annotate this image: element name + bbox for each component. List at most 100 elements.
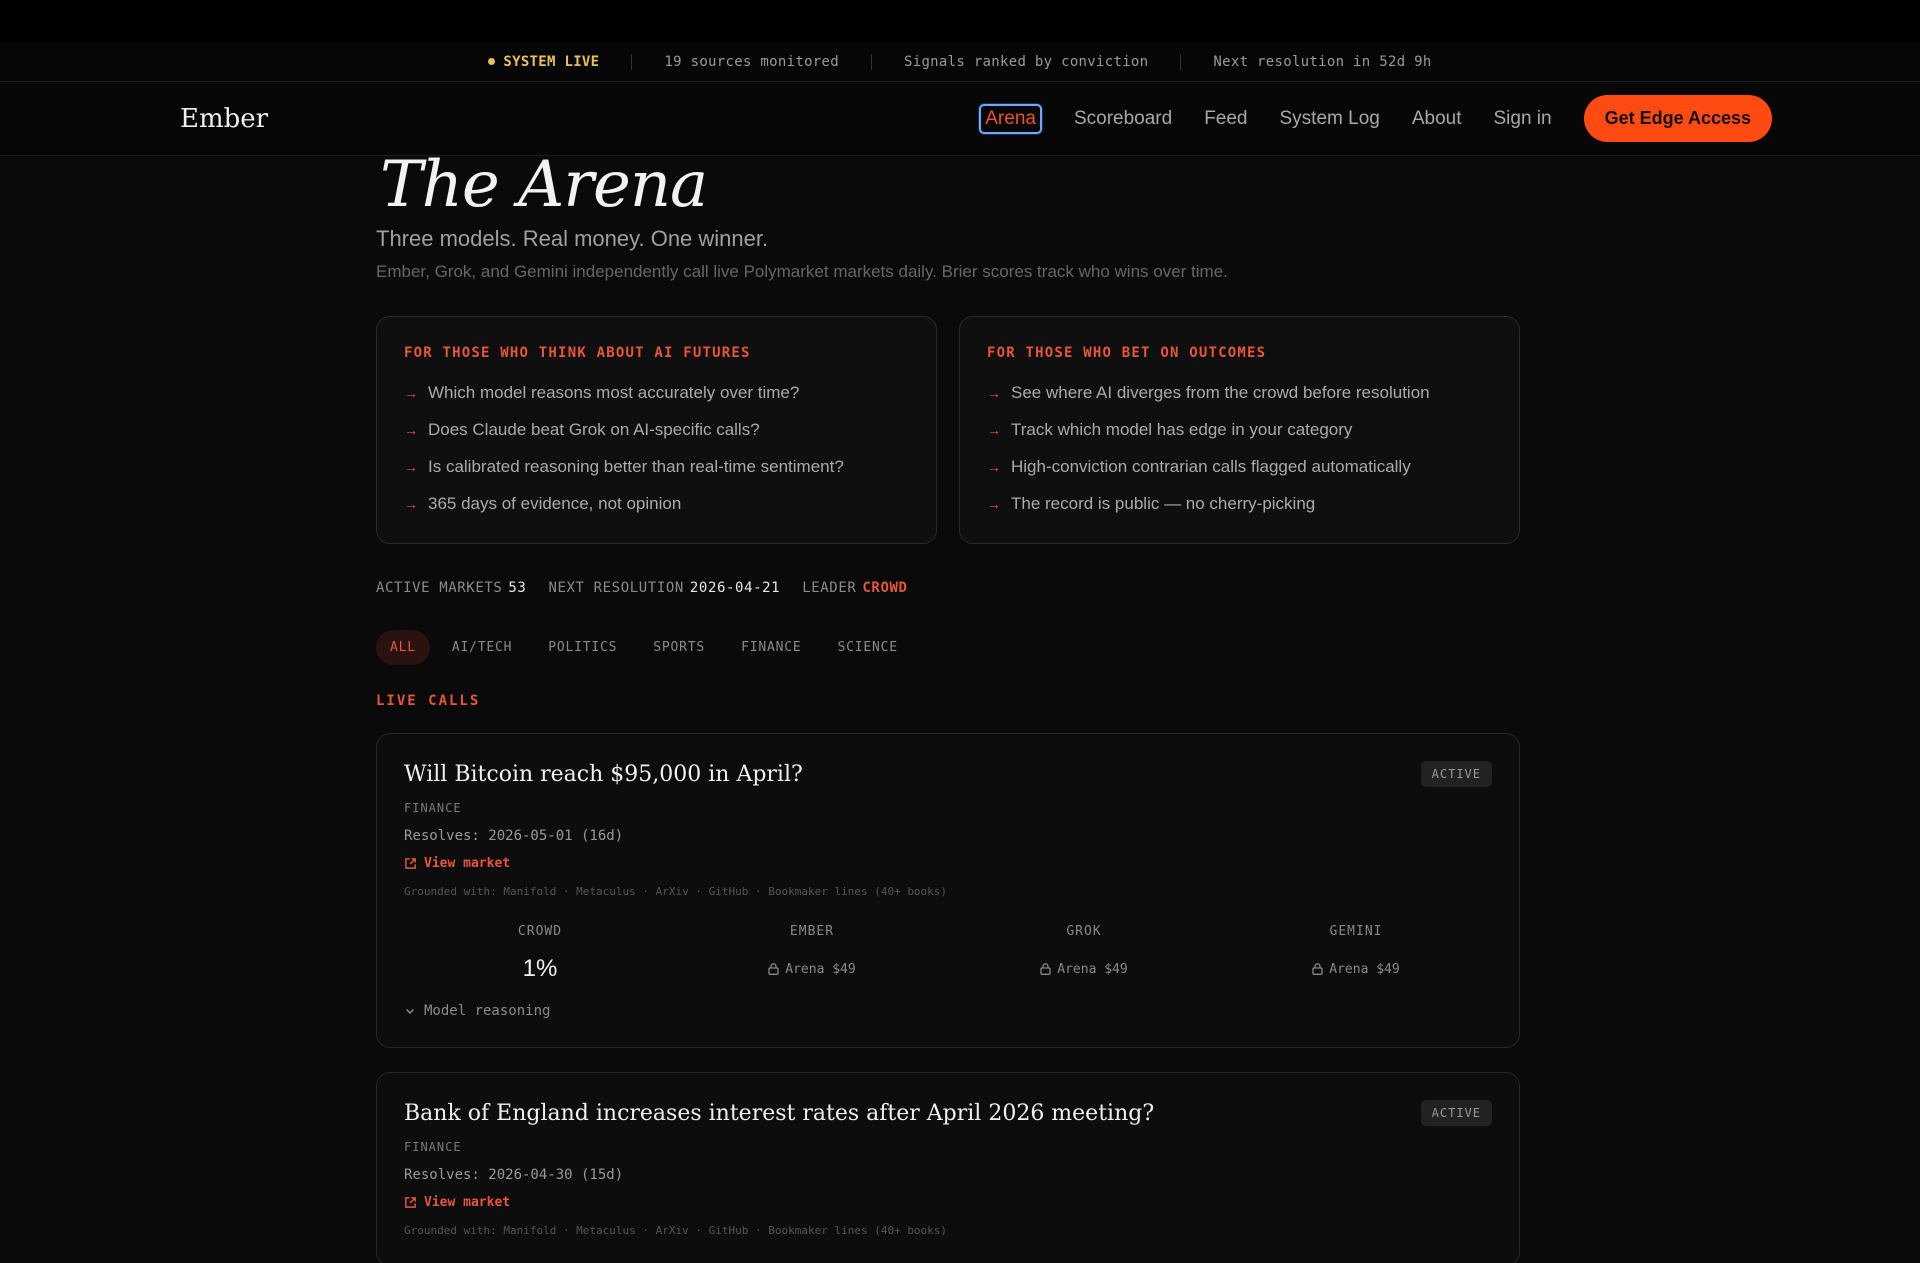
top-strip — [0, 0, 1920, 42]
navbar: Ember Arena Scoreboard Feed System Log A… — [0, 82, 1920, 156]
list-item: → Which model reasons most accurately ove… — [404, 383, 909, 403]
model-name: CROWD — [517, 924, 563, 939]
stat-label: ACTIVE MARKETS — [376, 580, 503, 596]
stat-value: 53 — [508, 580, 527, 596]
arrow-right-icon: → — [987, 459, 1001, 475]
call-resolves: Resolves: 2026-04-30 (15d) — [404, 1167, 624, 1183]
model-reasoning-toggle[interactable]: Model reasoning — [404, 1003, 1492, 1019]
locked-value[interactable]: Arena $49 — [1220, 955, 1492, 983]
locked-value[interactable]: Arena $49 — [948, 955, 1220, 983]
list-item-text: 365 days of evidence, not opinion — [428, 494, 682, 513]
nav-about[interactable]: About — [1412, 108, 1462, 130]
arrow-right-icon: → — [404, 422, 418, 438]
grounded-sources: Grounded with: Manifold · Metaculus · Ar… — [404, 1224, 948, 1237]
list-item: → The record is public — no cherry-pickin… — [987, 494, 1492, 514]
main-content: The Arena Three models. Real money. One … — [376, 152, 1520, 1263]
divider — [870, 53, 872, 70]
status-badge: ACTIVE — [1420, 1100, 1492, 1126]
filter-ai-tech[interactable]: AI/TECH — [438, 630, 526, 665]
audience-cards: FOR THOSE WHO THINK ABOUT AI FUTURES → Wh… — [376, 316, 1520, 544]
nav-system-log[interactable]: System Log — [1280, 108, 1380, 130]
arrow-right-icon: → — [404, 385, 418, 401]
audience-heading: FOR THOSE WHO BET ON OUTCOMES — [987, 345, 1267, 361]
locked-value[interactable]: Arena $49 — [676, 955, 948, 983]
audience-card-ai-futures: FOR THOSE WHO THINK ABOUT AI FUTURES → Wh… — [376, 316, 937, 544]
list-item: → High-conviction contrarian calls flagge… — [987, 457, 1492, 477]
list-item-text: See where AI diverges from the crowd bef… — [1011, 383, 1430, 402]
page-title: The Arena — [380, 148, 708, 222]
audience-heading: FOR THOSE WHO THINK ABOUT AI FUTURES — [404, 345, 751, 361]
audience-card-bettors: FOR THOSE WHO BET ON OUTCOMES → See where… — [959, 316, 1520, 544]
section-label-live-calls: LIVE CALLS — [376, 693, 481, 709]
category-filters: ALL AI/TECH POLITICS SPORTS FINANCE SCIE… — [376, 630, 1520, 665]
model-name: GEMINI — [1329, 924, 1383, 939]
stat-value: CROWD — [862, 580, 908, 596]
sources-count: 19 sources monitored — [664, 53, 839, 70]
call-resolves: Resolves: 2026-05-01 (16d) — [404, 828, 624, 844]
list-item: → Does Claude beat Grok on AI-specific ca… — [404, 420, 909, 440]
call-title: Bank of England increases interest rates… — [404, 1101, 1155, 1126]
filter-finance[interactable]: FINANCE — [727, 630, 815, 665]
filter-sports[interactable]: SPORTS — [639, 630, 719, 665]
list-item-text: Does Claude beat Grok on AI-specific cal… — [428, 420, 760, 439]
nav-feed[interactable]: Feed — [1204, 108, 1247, 130]
nav-links: Arena Scoreboard Feed System Log About S… — [979, 95, 1772, 142]
view-market-label: View market — [424, 1195, 511, 1210]
list-item: → See where AI diverges from the crowd be… — [987, 383, 1492, 403]
list-item: → Is calibrated reasoning better than rea… — [404, 457, 909, 477]
list-item: → 365 days of evidence, not opinion — [404, 494, 909, 514]
model-value: 1% — [522, 955, 558, 982]
stat-label: NEXT RESOLUTION — [548, 580, 684, 596]
nav-scoreboard[interactable]: Scoreboard — [1074, 108, 1172, 130]
stat-label: LEADER — [802, 580, 857, 596]
call-category: FINANCE — [404, 1140, 462, 1154]
lock-icon — [1040, 963, 1051, 975]
stat-leader: LEADER CROWD — [802, 580, 907, 596]
locked-label: Arena $49 — [1057, 961, 1128, 977]
live-dot-icon — [488, 58, 496, 65]
locked-label: Arena $49 — [785, 961, 856, 977]
model-reasoning-label: Model reasoning — [424, 1003, 551, 1019]
stat-active-markets: ACTIVE MARKETS 53 — [376, 580, 526, 596]
locked-label: Arena $49 — [1329, 961, 1400, 977]
model-gemini: GEMINI Arena $49 — [1220, 924, 1492, 983]
list-item-text: The record is public — no cherry-picking — [1011, 494, 1316, 513]
system-live-label: SYSTEM LIVE — [503, 53, 600, 70]
lock-icon — [1312, 963, 1323, 975]
model-ember: EMBER Arena $49 — [676, 924, 948, 983]
stat-value: 2026-04-21 — [689, 580, 781, 596]
list-item: → Track which model has edge in your cate… — [987, 420, 1492, 440]
status-badge: ACTIVE — [1420, 761, 1492, 787]
external-link-icon — [405, 1197, 416, 1208]
arrow-right-icon: → — [404, 496, 418, 512]
view-market-link[interactable]: View market — [404, 1195, 1492, 1210]
status-bar: SYSTEM LIVE 19 sources monitored Signals… — [0, 42, 1920, 82]
model-crowd: CROWD 1% — [404, 924, 676, 983]
get-edge-access-button[interactable]: Get Edge Access — [1583, 95, 1772, 142]
model-name: GROK — [1066, 924, 1102, 939]
view-market-link[interactable]: View market — [404, 856, 1492, 871]
filter-all[interactable]: ALL — [376, 630, 430, 665]
external-link-icon — [405, 858, 416, 869]
chevron-down-icon — [405, 1008, 415, 1015]
filter-politics[interactable]: POLITICS — [534, 630, 631, 665]
model-name: EMBER — [789, 924, 835, 939]
nav-arena[interactable]: Arena — [979, 103, 1042, 134]
stat-next-resolution: NEXT RESOLUTION 2026-04-21 — [548, 580, 780, 596]
next-resolution-countdown: Next resolution in 52d 9h — [1213, 53, 1432, 70]
list-item-text: Track which model has edge in your categ… — [1011, 420, 1353, 439]
lock-icon — [768, 963, 779, 975]
signals-note: Signals ranked by conviction — [903, 53, 1149, 70]
arrow-right-icon: → — [987, 496, 1001, 512]
divider — [1180, 53, 1182, 70]
list-item-text: High-conviction contrarian calls flagged… — [1011, 457, 1411, 476]
call-category: FINANCE — [404, 801, 462, 815]
model-grok: GROK Arena $49 — [948, 924, 1220, 983]
grounded-sources: Grounded with: Manifold · Metaculus · Ar… — [404, 885, 948, 898]
view-market-label: View market — [424, 856, 511, 871]
brand-logo[interactable]: Ember — [180, 104, 268, 134]
call-card: Bank of England increases interest rates… — [376, 1072, 1520, 1263]
sign-in-link[interactable]: Sign in — [1493, 108, 1551, 130]
filter-science[interactable]: SCIENCE — [823, 630, 911, 665]
call-card: Will Bitcoin reach $95,000 in April? ACT… — [376, 733, 1520, 1048]
